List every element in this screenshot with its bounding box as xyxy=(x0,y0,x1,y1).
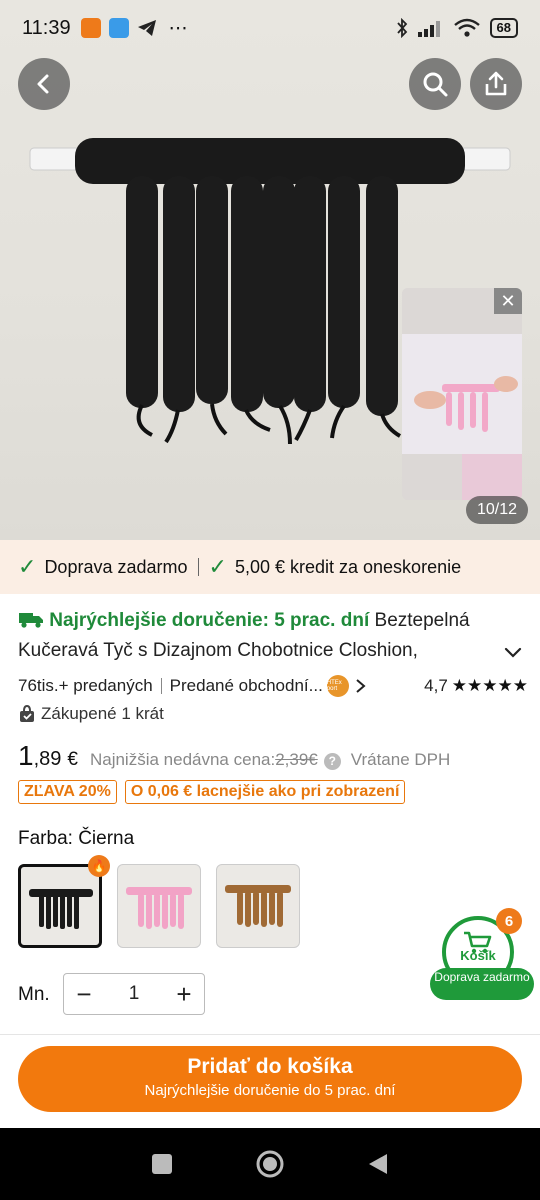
bottom-divider xyxy=(0,1034,540,1035)
discount-tag: ZĽAVA 20% xyxy=(18,780,117,804)
cart-free-shipping: Doprava zadarmo xyxy=(430,968,534,1000)
cart-label: Košík xyxy=(460,948,496,963)
home-button[interactable] xyxy=(255,1149,285,1179)
fast-delivery-text: Najrýchlejšie doručenie: 5 prac. dní xyxy=(49,610,370,631)
sold-count: 76tis.+ predaných xyxy=(18,676,153,695)
price-tags: ZĽAVA 20% O 0,06 € lacnejšie ako pri zob… xyxy=(18,780,406,804)
close-icon: ✕ xyxy=(500,290,516,311)
old-price: 2,39€ xyxy=(275,750,318,769)
promo-divider xyxy=(197,558,199,576)
color-label: Farba: Čierna xyxy=(18,828,135,849)
system-nav-bar xyxy=(0,1128,540,1200)
product-title-start: Beztepelná xyxy=(374,610,470,631)
temu-notification-icon xyxy=(80,18,101,38)
increase-quantity-button[interactable]: + xyxy=(164,979,204,1010)
floating-cart[interactable]: 6 Košík Doprava zadarmo xyxy=(430,908,534,1004)
promo-strip[interactable]: ✓ Doprava zadarmo ✓ 5,00 € kredit za one… xyxy=(0,540,540,594)
status-bar: 11:39 ⋯ 68 xyxy=(0,0,540,56)
quantity-value[interactable]: 1 xyxy=(104,983,164,1005)
vat-label: Vrátane DPH xyxy=(350,750,451,769)
video-preview[interactable]: ✕ xyxy=(402,288,522,500)
recents-button[interactable] xyxy=(151,1153,173,1175)
price-row: 1 ,89 € Najnižšia nedávna cena: 2,39€ ? … xyxy=(18,740,450,776)
add-to-cart-button[interactable]: Pridať do košíka Najrýchlejšie doručenie… xyxy=(18,1046,522,1112)
back-button[interactable] xyxy=(18,58,70,110)
hot-icon: 🔥 xyxy=(88,855,110,877)
product-title-line2[interactable]: Kučeravá Tyč s Dizajnom Chobotnice Closh… xyxy=(18,636,488,666)
wifi-icon xyxy=(453,18,480,37)
shopping-bag-icon xyxy=(20,705,34,722)
lowest-price-label: Najnižšia nedávna cena: xyxy=(89,750,276,769)
search-button[interactable] xyxy=(409,58,461,110)
status-time: 11:39 xyxy=(22,16,71,39)
brown-variant-thumbnail xyxy=(225,885,291,927)
price-decimal: ,89 xyxy=(33,748,62,770)
meta-divider xyxy=(160,678,162,694)
rating-value: 4,7 xyxy=(424,676,448,695)
cheaper-tag: O 0,06 € lacnejšie ako pri zobrazení xyxy=(124,780,406,804)
more-notifications-icon: ⋯ xyxy=(168,17,188,39)
chevron-left-icon xyxy=(37,74,49,94)
battery-indicator: 68 xyxy=(489,18,518,38)
seller-name: Predané obchodní... xyxy=(169,676,323,695)
back-nav-button[interactable] xyxy=(367,1152,389,1176)
bought-row: Zákupené 1 krát xyxy=(18,702,164,726)
seller-meta-row[interactable]: 76tis.+ predaných Predané obchodní... HT… xyxy=(18,674,528,698)
chevron-right-icon xyxy=(356,679,366,693)
star-rating-icon: ★★★★★ xyxy=(451,676,528,695)
check-icon: ✓ xyxy=(18,554,37,579)
cart-count-badge: 6 xyxy=(496,908,522,934)
free-shipping-text: Doprava zadarmo xyxy=(44,556,188,577)
color-option-black[interactable] xyxy=(18,864,102,948)
telegram-icon xyxy=(137,20,156,36)
credit-text: 5,00 € kredit za oneskorenie xyxy=(234,556,462,577)
close-preview-button[interactable]: ✕ xyxy=(494,288,522,314)
quantity-label: Mn. xyxy=(18,984,50,1005)
black-variant-thumbnail xyxy=(29,889,93,929)
add-to-cart-sublabel: Najrýchlejšie doručenie do 5 prac. dní xyxy=(144,1082,396,1099)
quantity-stepper: − 1 + xyxy=(63,973,205,1015)
help-icon[interactable]: ? xyxy=(323,752,341,770)
color-option-pink[interactable] xyxy=(117,864,201,948)
share-icon xyxy=(485,71,507,96)
decrease-quantity-button[interactable]: − xyxy=(64,979,104,1010)
product-title-line1[interactable]: Najrýchlejšie doručenie: 5 prac. dní Bez… xyxy=(18,606,528,636)
image-counter: 10/12 xyxy=(466,496,528,524)
seller-badge: HTEx port xyxy=(326,675,349,697)
signal-icon xyxy=(417,21,440,37)
bluetooth-icon xyxy=(396,18,407,38)
color-option-brown[interactable] xyxy=(216,864,300,948)
price-integer: 1 xyxy=(18,740,34,771)
app-notification-icon xyxy=(108,18,129,38)
chevron-down-icon[interactable] xyxy=(502,644,524,662)
search-icon xyxy=(423,72,448,97)
product-image[interactable]: ✕ 10/12 xyxy=(0,0,540,540)
truck-icon xyxy=(19,613,43,628)
price-currency: € xyxy=(67,749,78,770)
share-button[interactable] xyxy=(470,58,522,110)
add-to-cart-label: Pridať do košíka xyxy=(187,1055,353,1078)
pink-variant-thumbnail xyxy=(126,887,192,929)
check-icon: ✓ xyxy=(208,554,227,579)
video-preview-image xyxy=(402,288,522,500)
bought-count: Zákupené 1 krát xyxy=(41,704,164,723)
